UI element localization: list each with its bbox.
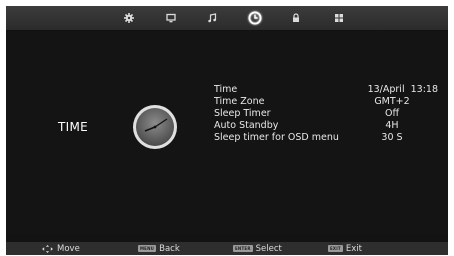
menu-item-value: 4H [385,120,399,131]
menu-item-label: Time Zone [214,96,265,107]
tab-time[interactable] [245,8,265,28]
menu-item-sleep-timer[interactable]: Sleep Timer Off [214,108,444,120]
hint-exit: EXIT Exit [328,242,362,255]
menu-item-time-zone[interactable]: Time Zone GMT+2 [214,96,444,108]
menu-item-value: 30 S [381,132,403,143]
clock-icon [133,105,177,149]
tv-osd-screen: TIME Time 13/April 13:18 Time Zone GMT+2… [6,6,448,255]
tab-setup[interactable] [329,8,349,28]
time-settings-list: Time 13/April 13:18 Time Zone GMT+2 Slee… [214,84,444,144]
hint-select: ENTER Select [233,242,282,255]
lock-icon [293,13,299,22]
menu-item-value: Off [384,108,400,119]
clock-icon [248,11,262,25]
menu-item-value: GMT+2 [374,96,410,107]
hint-back: MENU Back [138,242,180,255]
menu-item-auto-standby[interactable]: Auto Standby 4H [214,120,444,132]
menu-item-label: Sleep timer for OSD menu [214,132,339,143]
menu-item-value: 13/April 13:18 [367,84,438,95]
footer-hint-bar: Move MENU Back ENTER Select EXIT Exit [6,242,448,255]
hint-back-label: Back [159,243,180,254]
tab-lock[interactable] [286,8,306,28]
menu-key-icon: MENU [138,245,157,252]
tab-sound[interactable] [202,8,222,28]
tab-picture[interactable] [119,8,139,28]
menu-item-time[interactable]: Time 13/April 13:18 [214,84,444,96]
menu-item-label: Auto Standby [214,120,279,131]
menu-item-label: Time [214,84,238,95]
tab-screen[interactable] [161,8,181,28]
menu-item-label: Sleep Timer [214,108,271,119]
hint-move: Move [42,242,80,255]
section-title: TIME [58,120,89,134]
enter-key-icon: ENTER [233,245,253,252]
hint-move-label: Move [57,243,80,254]
menu-tab-bar [6,6,448,31]
hint-exit-label: Exit [345,243,362,254]
menu-item-osd-sleep-timer[interactable]: Sleep timer for OSD menu 30 S [214,132,444,144]
hint-select-label: Select [255,243,282,254]
monitor-icon [166,13,176,23]
move-arrows-icon [42,244,53,253]
picture-gear-icon [124,13,134,23]
music-note-icon [208,13,217,23]
grid-icon [335,14,343,22]
exit-key-icon: EXIT [328,245,343,252]
